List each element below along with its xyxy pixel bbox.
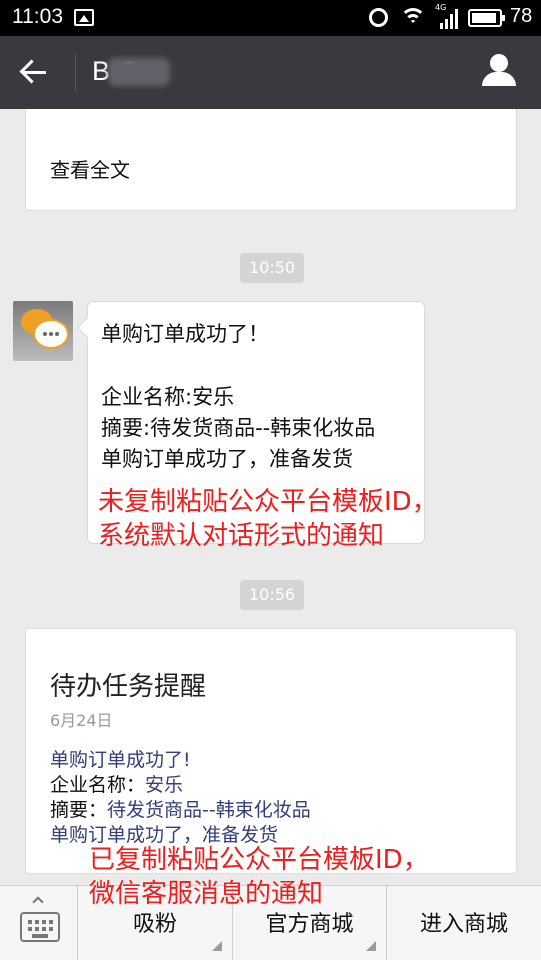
title-bar: B S xyxy=(0,36,541,109)
article-card[interactable]: 查看全文 xyxy=(25,109,517,211)
template-summary-row: 摘要：待发货商品--韩束化妆品 xyxy=(50,795,311,822)
annotation-line: 微信客服消息的通知 xyxy=(89,879,324,909)
back-arrow-icon[interactable] xyxy=(18,54,58,92)
keyboard-toggle-button[interactable] xyxy=(0,886,78,960)
submenu-indicator-icon xyxy=(212,941,222,951)
template-company-key: 企业名称： xyxy=(50,774,146,796)
bubble-line: 企业名称:安乐 xyxy=(101,385,235,409)
template-company-value: 安乐 xyxy=(145,774,184,796)
avatar[interactable] xyxy=(13,301,73,361)
bubble-line: 单购订单成功了，准备发货 xyxy=(101,447,353,471)
battery-level: 78 xyxy=(510,5,533,27)
annotation-line: 已复制粘贴公众平台模板ID， xyxy=(89,845,429,875)
image-notification-icon xyxy=(74,9,94,26)
template-summary-value: 待发货商品--韩束化妆品 xyxy=(107,799,311,821)
status-time: 11:03 xyxy=(12,5,63,28)
redacted-title-blur xyxy=(108,58,170,86)
title-divider xyxy=(75,54,76,92)
template-title: 待办任务提醒 xyxy=(50,672,207,702)
red-annotation-1: 未复制粘贴公众平台模板ID， 系统默认对话形式的通知 xyxy=(98,485,438,553)
signal-icon xyxy=(436,7,460,29)
red-annotation-2: 已复制粘贴公众平台模板ID， 微信客服消息的通知 xyxy=(89,843,429,911)
read-full-text-link[interactable]: 查看全文 xyxy=(50,154,130,183)
template-date: 6月24日 xyxy=(50,711,113,730)
profile-icon[interactable] xyxy=(478,52,520,92)
template-summary-key: 摘要： xyxy=(50,799,108,821)
battery-icon xyxy=(468,9,505,27)
message-timestamp: 10:50 xyxy=(240,253,305,283)
wifi-icon xyxy=(400,6,426,28)
bubble-line: 摘要:待发货商品--韩束化妆品 xyxy=(101,416,376,440)
annotation-line: 未复制粘贴公众平台模板ID， xyxy=(98,487,438,517)
status-bar: 11:03 4G 78 xyxy=(0,0,541,36)
template-first: 单购订单成功了! xyxy=(50,749,191,771)
alarm-icon xyxy=(369,8,388,27)
bubble-line: 单购订单成功了！ xyxy=(101,322,269,346)
keyboard-icon xyxy=(20,912,60,942)
message-timestamp: 10:56 xyxy=(240,580,305,610)
template-company-row: 企业名称：安乐 xyxy=(50,770,183,797)
annotation-line: 系统默认对话形式的通知 xyxy=(98,521,385,551)
template-message-card[interactable]: 待办任务提醒 6月24日 单购订单成功了! 企业名称：安乐 摘要：待发货商品--… xyxy=(25,628,517,874)
submenu-indicator-icon xyxy=(366,941,376,951)
chat-area[interactable]: 查看全文 10:50 单购订单成功了！ 企业名称:安乐 摘要:待发货商品--韩束… xyxy=(0,109,541,885)
chevron-up-icon xyxy=(32,896,44,908)
